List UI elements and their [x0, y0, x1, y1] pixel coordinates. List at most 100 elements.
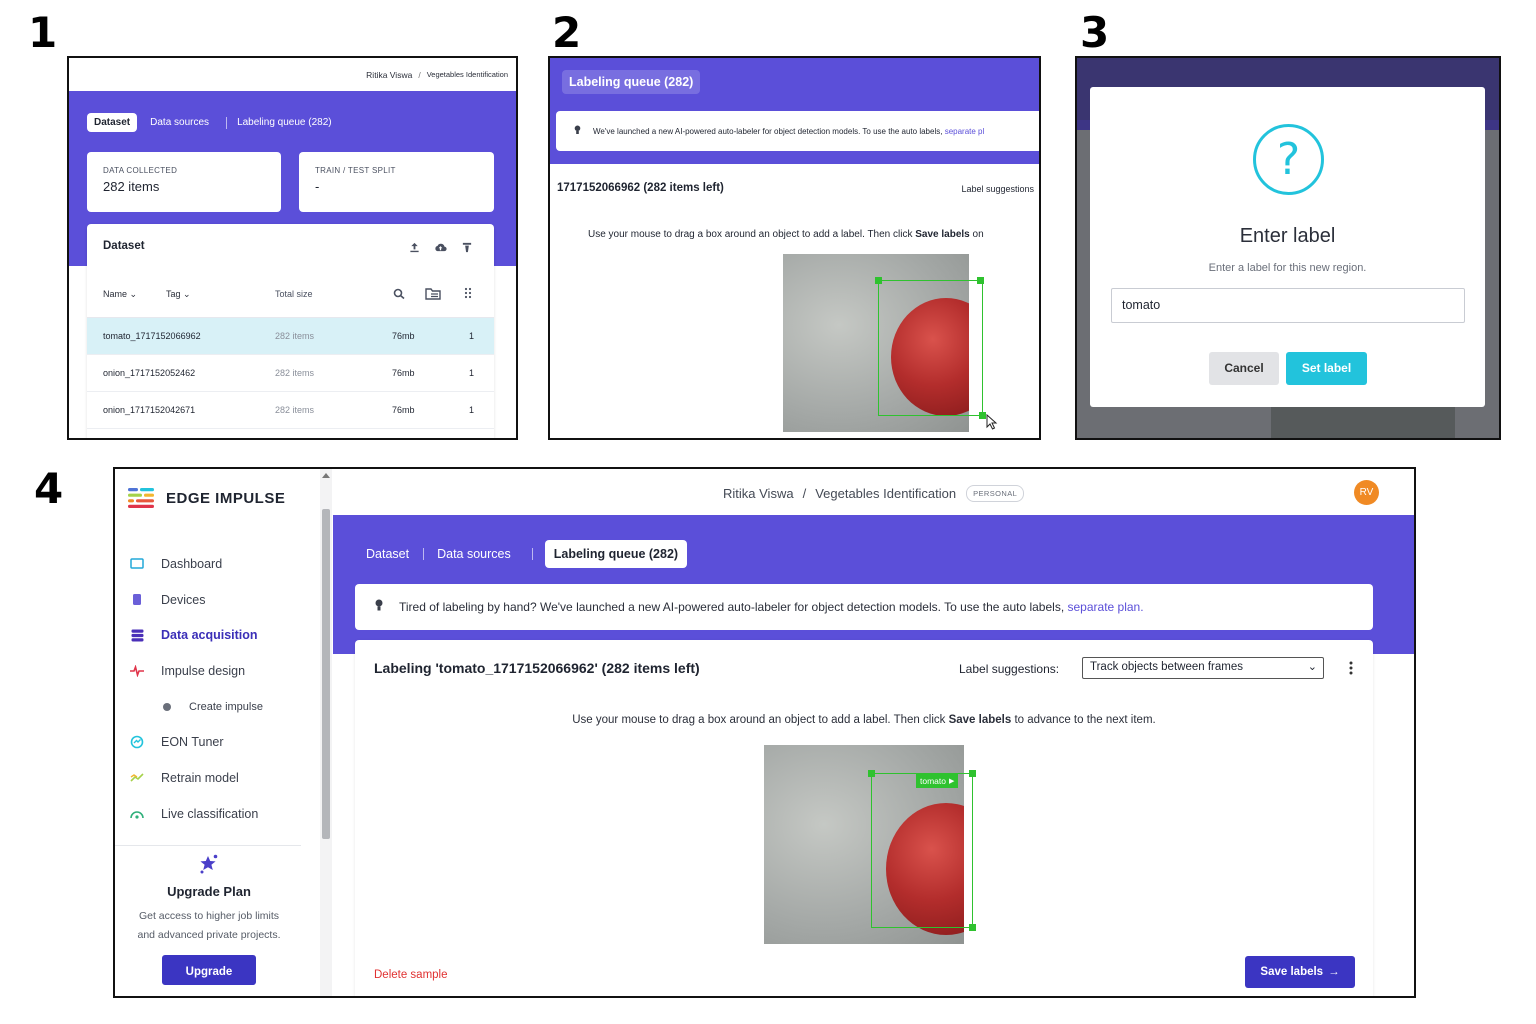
cancel-button[interactable]: Cancel	[1209, 352, 1279, 385]
sidebar-item-dashboard[interactable]: Dashboard	[115, 546, 315, 582]
main-area: Ritika Viswa / Vegetables Identification…	[333, 469, 1414, 996]
bounding-box[interactable]	[878, 280, 983, 416]
sidebar-item-impulse-design[interactable]: Impulse design	[115, 653, 315, 689]
tab-labeling-queue[interactable]: Labeling queue (282)	[237, 113, 339, 132]
breadcrumb-project[interactable]: Vegetables Identification	[427, 70, 508, 79]
chevron-down-icon: ⌄	[183, 289, 191, 299]
bbox-handle[interactable]	[969, 924, 976, 931]
row-items: 282 items	[275, 405, 315, 415]
tab-dataset[interactable]: Dataset	[87, 113, 138, 132]
more-options-icon[interactable]	[1349, 661, 1353, 680]
sidebar-item-live-classification[interactable]: Live classification	[115, 796, 315, 832]
sidebar-item-retrain-model[interactable]: Retrain model	[115, 760, 315, 796]
row-count: 1	[469, 405, 475, 415]
panel-labeling-queue: Labeling queue (282) We've launched a ne…	[548, 56, 1041, 440]
table-row[interactable]: onion_1717152042671 282 items 76mb 1	[87, 392, 494, 429]
label-input[interactable]: tomato	[1111, 288, 1465, 323]
sidebar-item-devices[interactable]: Devices	[115, 582, 315, 618]
tab-divider	[531, 548, 533, 560]
upload-icon[interactable]	[409, 239, 420, 257]
bbox-handle[interactable]	[868, 770, 875, 777]
row-name: onion_1717152042671	[103, 405, 196, 415]
scroll-up-arrow-icon[interactable]	[322, 473, 330, 478]
tab-data-sources[interactable]: Data sources	[143, 113, 216, 132]
scrollbar-thumb[interactable]	[322, 509, 330, 839]
data-collected-value: 282 items	[103, 179, 160, 194]
sidebar-scrollbar[interactable]	[320, 469, 332, 996]
delete-sample-link[interactable]: Delete sample	[374, 969, 448, 981]
bbox-label-tag[interactable]: tomato ▶	[916, 774, 959, 788]
separate-plan-link[interactable]: separate pl	[945, 127, 985, 136]
sidebar-item-label: EON Tuner	[161, 735, 224, 750]
row-count: 1	[469, 368, 475, 378]
bounding-box[interactable]	[871, 773, 973, 928]
dialog-subtitle: Enter a label for this new region.	[1208, 262, 1367, 274]
auto-labeler-banner: Tired of labeling by hand? We've launche…	[355, 584, 1373, 630]
row-items: 282 items	[275, 368, 315, 378]
tab-dataset[interactable]: Dataset	[358, 541, 417, 567]
bbox-handle[interactable]	[979, 412, 986, 419]
dataset-title: Dataset	[103, 240, 145, 252]
bbox-handle[interactable]	[977, 277, 984, 284]
dot-icon	[159, 699, 175, 715]
brand-name: EDGE IMPULSE	[166, 489, 286, 507]
mouse-cursor-icon	[986, 413, 998, 435]
breadcrumb-user[interactable]: Ritika Viswa	[366, 70, 412, 80]
tab-divider	[423, 548, 425, 560]
database-icon	[129, 627, 145, 643]
data-collected-card: DATA COLLECTED 282 items	[87, 152, 281, 212]
search-icon[interactable]	[393, 287, 407, 305]
chevron-down-icon: ⌄	[1307, 661, 1317, 673]
upgrade-button[interactable]: Upgrade	[162, 955, 256, 985]
tab-data-sources[interactable]: Data sources	[432, 541, 516, 567]
labeling-title: Labeling 'tomato_1717152066962' (282 ite…	[374, 660, 700, 676]
breadcrumb-project[interactable]: Vegetables Identification	[815, 486, 956, 501]
table-row[interactable]: tomato_1717152066962 282 items 76mb 1	[87, 318, 494, 355]
tab-labeling-queue[interactable]: Labeling queue (282)	[544, 540, 688, 568]
step-number-4: 4	[34, 464, 64, 513]
sidebar: EDGE IMPULSE Dashboard Devices Data acquis…	[115, 469, 333, 996]
label-suggestions-select[interactable]: Track objects between frames ⌄	[1082, 657, 1324, 679]
tab-divider	[226, 116, 228, 129]
sidebar-item-data-acquisition[interactable]: Data acquisition	[115, 617, 315, 653]
labeling-title: 1717152066962 (282 items left)	[557, 182, 724, 194]
row-size: 76mb	[392, 368, 415, 378]
train-test-split-value: -	[315, 179, 320, 194]
breadcrumb-user[interactable]: Ritika Viswa	[723, 486, 794, 501]
live-icon	[129, 806, 145, 822]
column-name[interactable]: Name ⌄	[103, 289, 137, 300]
row-name: onion_1717152052462	[103, 368, 196, 378]
star-icon	[115, 853, 303, 880]
sidebar-item-eon-tuner[interactable]: EON Tuner	[115, 724, 315, 760]
tab-labeling-queue[interactable]: Labeling queue (282)	[562, 70, 701, 94]
set-label-button[interactable]: Set label	[1286, 352, 1367, 385]
save-labels-button[interactable]: Save labels →	[1245, 956, 1355, 988]
step-number-2: 2	[552, 8, 582, 57]
avatar[interactable]: RV	[1354, 480, 1379, 505]
sidebar-item-create-impulse[interactable]: Create impulse	[115, 689, 315, 725]
column-tag[interactable]: Tag ⌄	[166, 289, 191, 300]
row-items: 282 items	[275, 331, 315, 341]
step-number-1: 1	[28, 8, 58, 57]
cloud-upload-icon[interactable]	[434, 239, 447, 257]
sidebar-item-label: Live classification	[161, 806, 259, 821]
retrain-icon	[129, 770, 145, 786]
filter-icon[interactable]	[462, 239, 472, 257]
personal-badge: PERSONAL	[966, 485, 1025, 502]
edge-impulse-logo-icon	[128, 488, 154, 508]
sidebar-item-label: Dashboard	[161, 556, 223, 571]
enter-label-dialog: ? Enter label Enter a label for this new…	[1090, 87, 1485, 407]
lightbulb-icon	[574, 125, 581, 137]
brand-logo[interactable]: EDGE IMPULSE	[128, 488, 285, 508]
table-row[interactable]: onion_1717152052462 282 items 76mb 1	[87, 355, 494, 392]
bbox-handle[interactable]	[875, 277, 882, 284]
more-options-icon[interactable]	[464, 286, 472, 304]
dialog-title: Enter label	[1239, 225, 1336, 247]
bbox-handle[interactable]	[969, 770, 976, 777]
question-icon: ?	[1253, 124, 1324, 195]
instruction-text: Use your mouse to drag a box around an o…	[588, 229, 984, 240]
folder-icon[interactable]	[425, 287, 441, 305]
panel-dataset: Ritika Viswa / Vegetables Identification…	[67, 56, 518, 440]
separate-plan-link[interactable]: separate plan.	[1068, 600, 1144, 614]
arrow-right-icon: →	[1328, 966, 1340, 978]
